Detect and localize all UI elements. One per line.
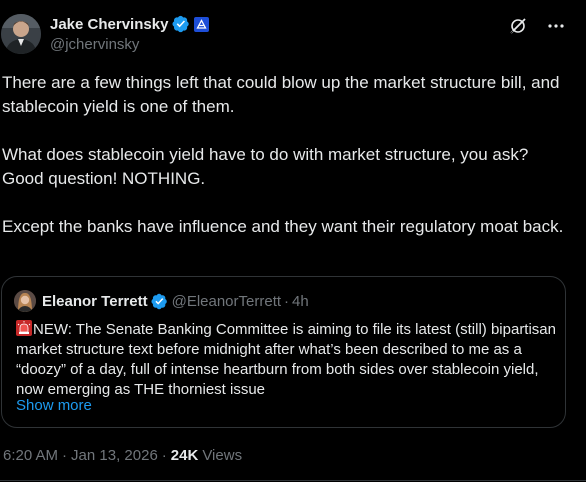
author-info: Jake Chervinsky @jchervinsky [50, 14, 210, 53]
author-display-name[interactable]: Jake Chervinsky [50, 16, 168, 33]
author-avatar[interactable] [1, 14, 41, 54]
verified-badge-icon[interactable] [172, 15, 190, 33]
divider [0, 480, 586, 481]
alarm-light-icon [16, 320, 32, 336]
author-name-row: Jake Chervinsky [50, 14, 210, 34]
quote-text-block: NEW: The Senate Banking Committee is aim… [16, 320, 556, 400]
meta-separator: · [62, 447, 68, 464]
post-date[interactable]: Jan 13, 2026 [71, 447, 158, 464]
quote-handle[interactable]: @EleanorTerrett [172, 293, 281, 310]
person-avatar-icon [14, 290, 36, 312]
tweet-paragraph: What does stablecoin yield have to do wi… [2, 145, 529, 188]
quote-author-avatar[interactable] [14, 290, 36, 312]
views-label: Views [202, 447, 243, 464]
verified-badge-icon[interactable] [151, 293, 168, 310]
tweet-text: There are a few things left that could b… [2, 71, 572, 263]
meta-separator: · [161, 447, 167, 464]
quote-separator: · [284, 292, 290, 310]
quote-time[interactable]: 4h [292, 293, 309, 310]
top-actions [508, 16, 566, 36]
views-count[interactable]: 24K [171, 447, 199, 464]
show-more-link[interactable]: Show more [16, 397, 92, 414]
quote-header: Eleanor Terrett @EleanorTerrett · 4h [14, 290, 309, 312]
quote-text: NEW: The Senate Banking Committee is aim… [16, 321, 556, 398]
grok-icon[interactable] [508, 16, 528, 36]
post-meta: 6:20 AM · Jan 13, 2026 · 24K Views [3, 447, 242, 464]
tweet-paragraph: Except the banks have influence and they… [2, 217, 564, 236]
person-avatar-icon [1, 14, 41, 54]
post: Jake Chervinsky @jchervinsky There are a… [0, 0, 586, 482]
quoted-post[interactable]: Eleanor Terrett @EleanorTerrett · 4h NEW… [1, 276, 566, 428]
tweet-paragraph: There are a few things left that could b… [2, 73, 560, 116]
quote-display-name[interactable]: Eleanor Terrett [42, 293, 148, 310]
author-handle[interactable]: @jchervinsky [50, 36, 209, 53]
post-time[interactable]: 6:20 AM [3, 447, 58, 464]
more-icon[interactable] [546, 16, 566, 36]
affiliate-badge-icon[interactable] [194, 16, 210, 32]
